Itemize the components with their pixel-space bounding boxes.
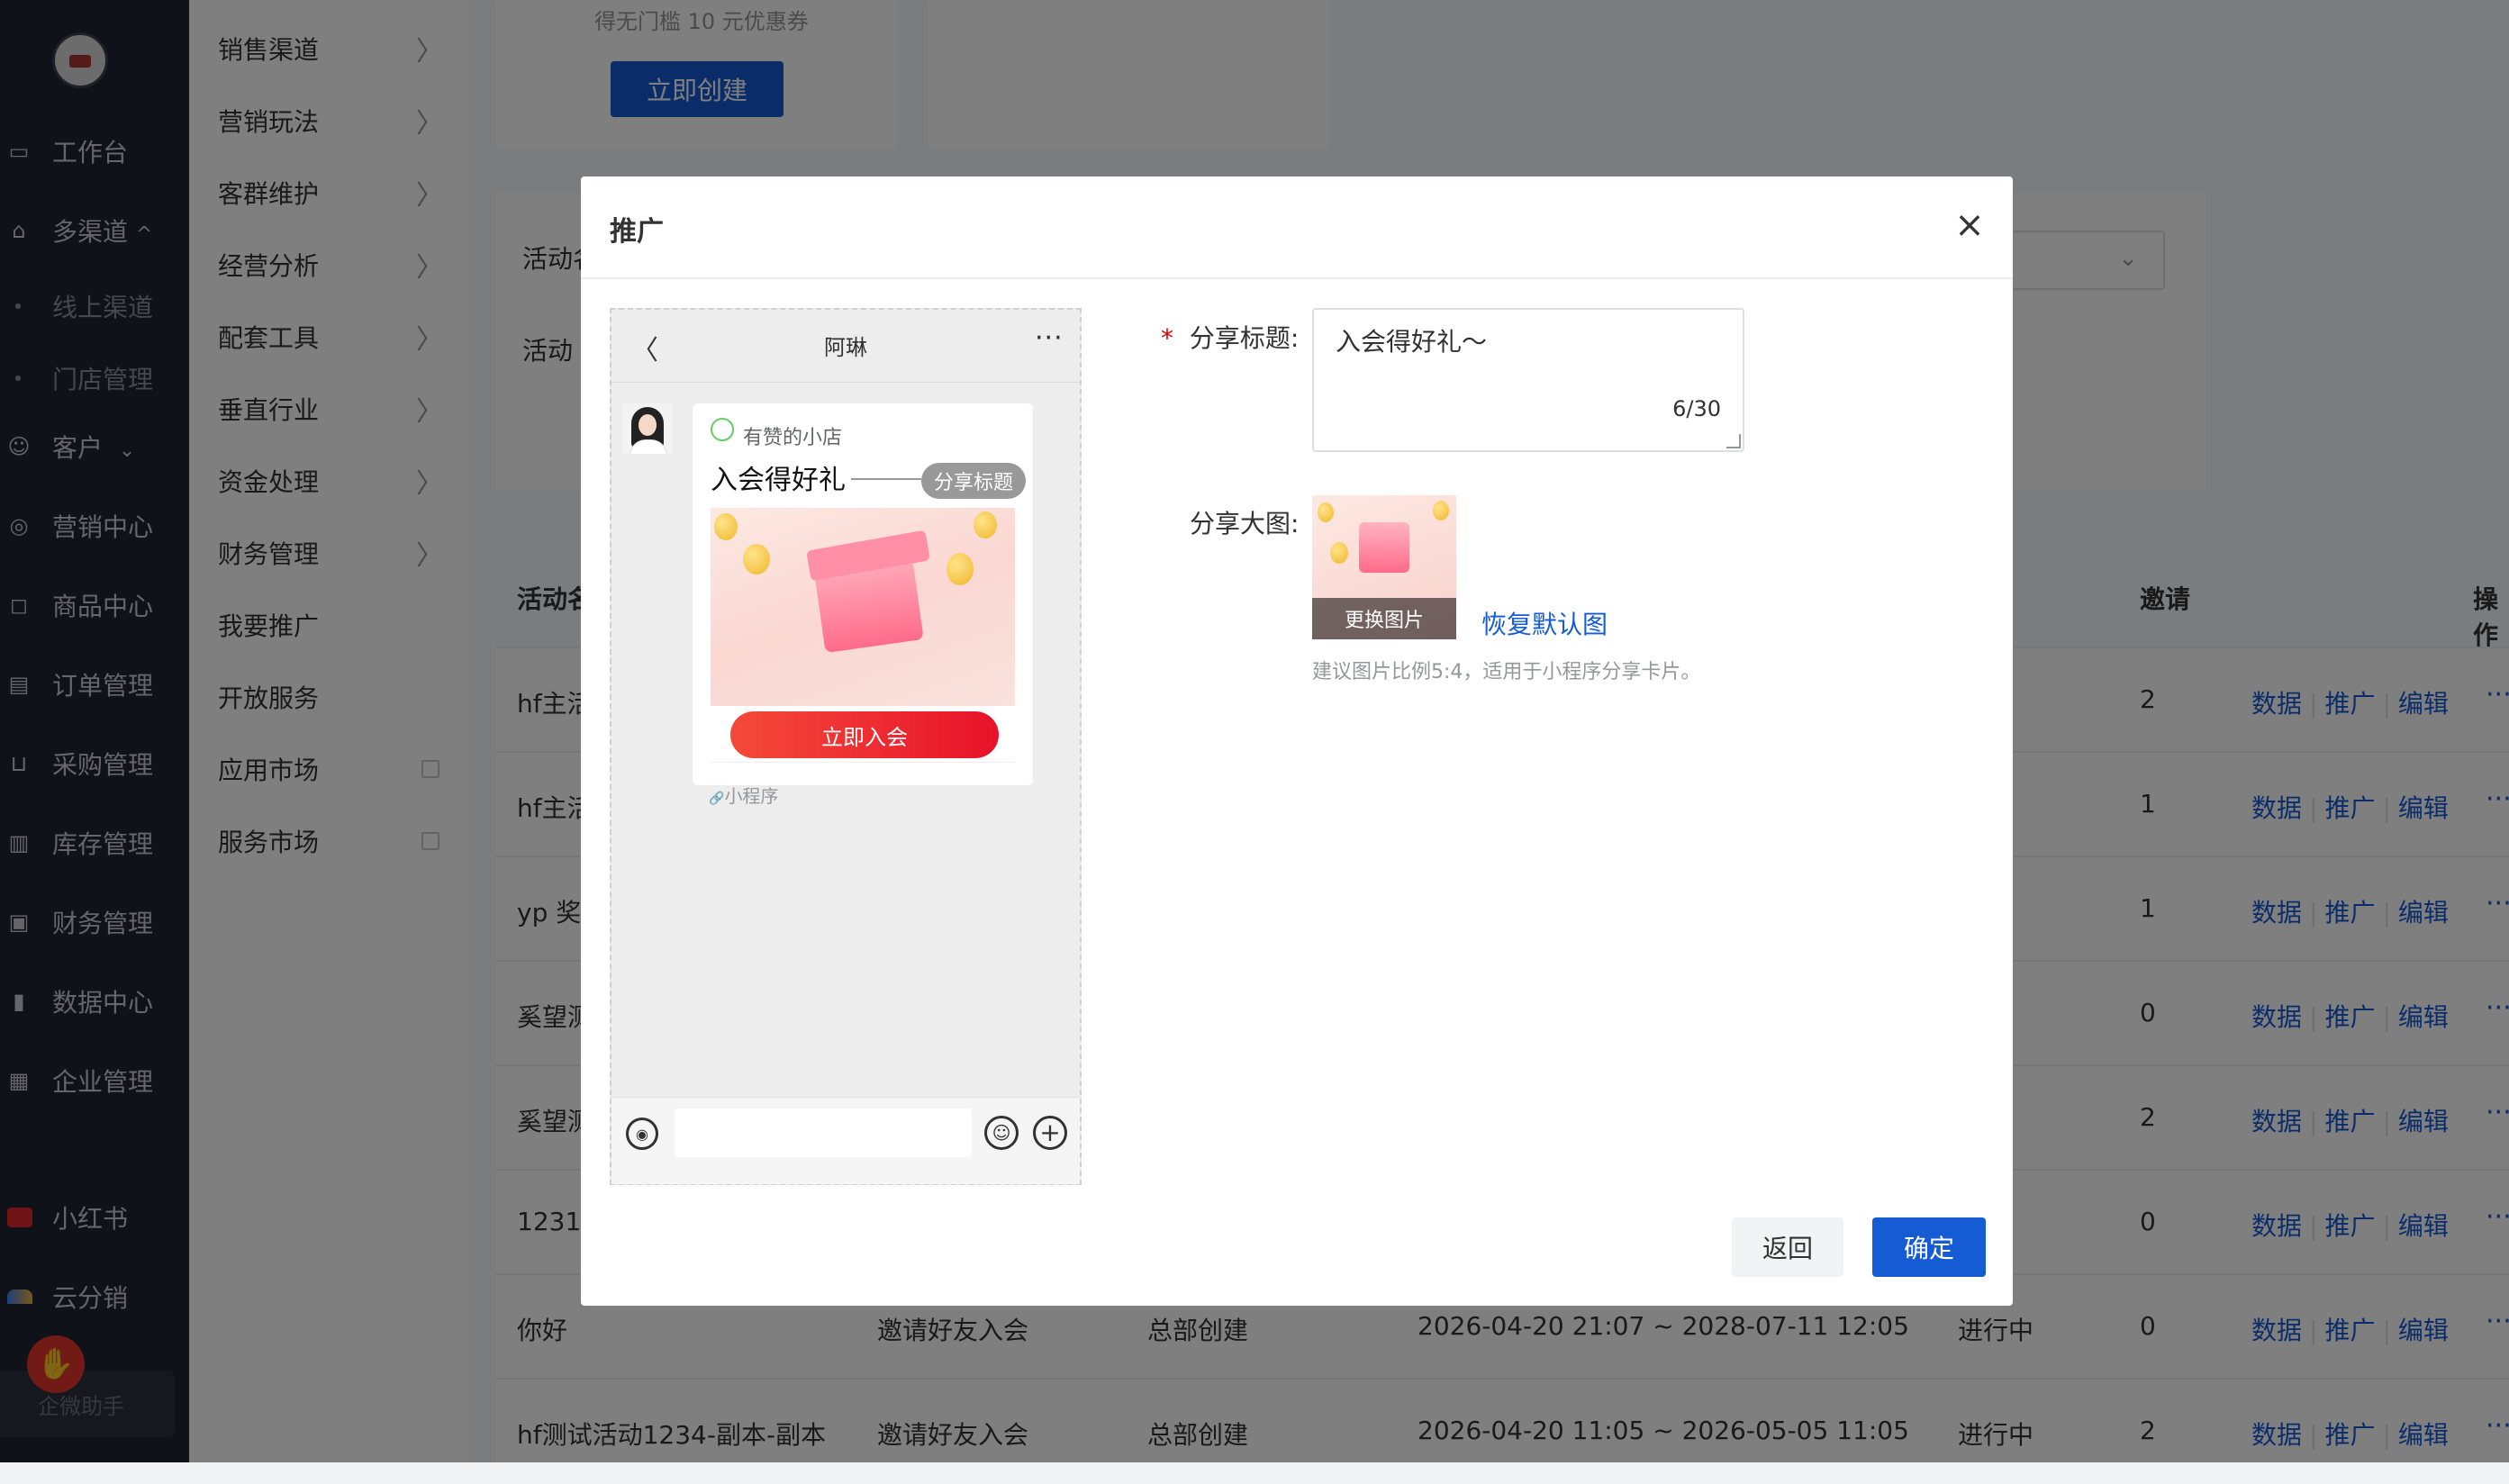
char-counter: 6/30 — [1672, 396, 1721, 421]
coin — [1318, 502, 1334, 522]
join-now-button: 立即入会 — [730, 711, 999, 758]
image-hint: 建议图片比例5:4，适用于小程序分享卡片。 — [1312, 661, 1701, 683]
shop-logo-icon — [711, 418, 734, 441]
chat-input — [675, 1108, 972, 1157]
coin — [714, 513, 738, 540]
avatar-face — [639, 414, 657, 436]
coin — [974, 511, 997, 538]
change-image-button[interactable]: 更换图片 — [1312, 598, 1456, 639]
card-cover-image — [711, 508, 1015, 706]
tag-connector — [851, 478, 921, 480]
coin — [1433, 501, 1449, 520]
plus-icon: + — [1033, 1116, 1067, 1150]
share-title-label: * 分享标题: — [1161, 323, 1300, 353]
restore-default-link[interactable]: 恢复默认图 — [1481, 605, 1608, 641]
avatar — [622, 403, 673, 454]
card-title: 入会得好礼 — [711, 465, 846, 496]
mini-program-label: 🔗小程序 — [709, 785, 779, 807]
coin — [1330, 542, 1348, 564]
share-preview-phone: 〈 阿琳 ··· 有赞的小店 入会得好礼 分享标题 立即入会 🔗小程序 ◉ ☺ … — [610, 308, 1082, 1185]
share-title-value: 入会得好礼～ — [1336, 327, 1488, 357]
resize-handle[interactable] — [1726, 434, 1741, 448]
more-icon: ··· — [1035, 322, 1064, 354]
share-image-label: 分享大图: — [1190, 509, 1300, 538]
back-arrow-icon: 〈 — [631, 335, 658, 366]
voice-icon: ◉ — [626, 1118, 658, 1150]
gift-box — [1359, 522, 1409, 573]
promote-dialog: 推广 × 〈 阿琳 ··· 有赞的小店 入会得好礼 分享标题 立即入会 🔗小程序… — [581, 176, 2013, 1306]
share-title-tag: 分享标题 — [921, 463, 1027, 499]
close-icon[interactable]: × — [1950, 204, 1989, 246]
chat-header: 〈 阿琳 ··· — [611, 310, 1080, 383]
shop-name: 有赞的小店 — [743, 427, 843, 449]
coin — [743, 544, 770, 575]
dialog-divider — [581, 277, 2013, 279]
share-title-textarea[interactable]: 入会得好礼～ 6/30 — [1312, 308, 1744, 452]
required-mark: * — [1161, 323, 1173, 353]
mini-program-card: 有赞的小店 入会得好礼 分享标题 立即入会 🔗小程序 — [693, 403, 1033, 807]
dialog-title: 推广 — [610, 216, 664, 248]
link-icon: 🔗 — [709, 792, 725, 806]
coin — [947, 553, 974, 585]
chat-contact-name: 阿琳 — [824, 335, 867, 360]
chat-input-bar: ◉ ☺ + — [611, 1097, 1080, 1184]
confirm-button[interactable]: 确定 — [1872, 1217, 1986, 1277]
back-button[interactable]: 返回 — [1732, 1217, 1843, 1277]
share-image-thumbnail[interactable]: 更换图片 — [1312, 495, 1456, 639]
emoji-icon: ☺ — [984, 1116, 1019, 1150]
